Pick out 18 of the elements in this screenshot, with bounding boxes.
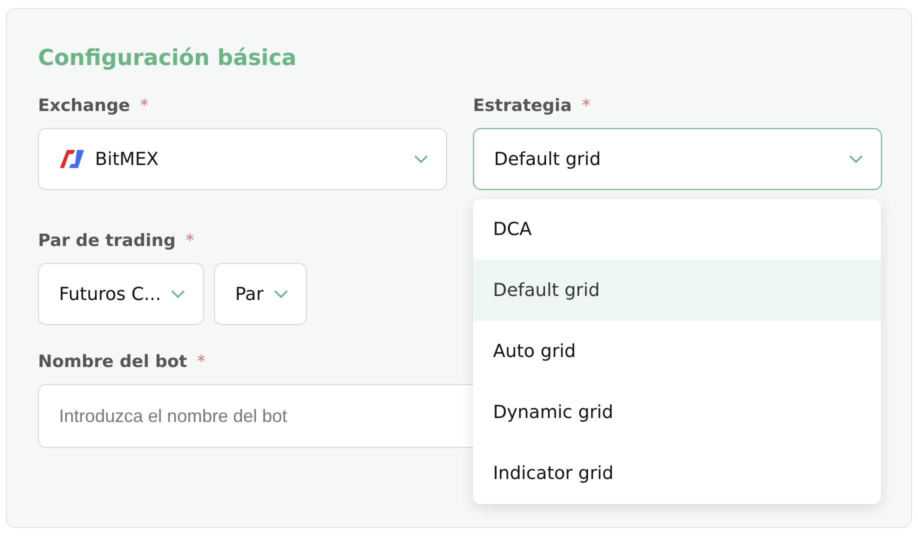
strategy-option[interactable]: Auto grid bbox=[473, 321, 881, 382]
field-label: Estrategia bbox=[473, 96, 572, 116]
market-select[interactable]: Futuros C... bbox=[38, 263, 204, 325]
required-mark: * bbox=[582, 96, 590, 116]
strategy-select[interactable]: Default grid bbox=[473, 128, 882, 190]
strategy-option[interactable]: Indicator grid bbox=[473, 443, 881, 504]
strategy-option[interactable]: Default grid bbox=[473, 260, 881, 321]
exchange-select[interactable]: BitMEX bbox=[38, 128, 447, 190]
pair-select[interactable]: Par bbox=[214, 263, 307, 325]
required-mark: * bbox=[197, 352, 206, 372]
required-mark: * bbox=[186, 231, 194, 251]
strategy-option[interactable]: Dynamic grid bbox=[473, 382, 881, 443]
field-label: Par de trading bbox=[38, 231, 176, 251]
required-mark: * bbox=[140, 96, 149, 116]
strategy-option[interactable]: DCA bbox=[473, 199, 881, 260]
field-label: Nombre del bot bbox=[38, 352, 188, 372]
section-title: Configuración básica bbox=[38, 45, 298, 73]
field-label: Exchange bbox=[38, 96, 130, 116]
